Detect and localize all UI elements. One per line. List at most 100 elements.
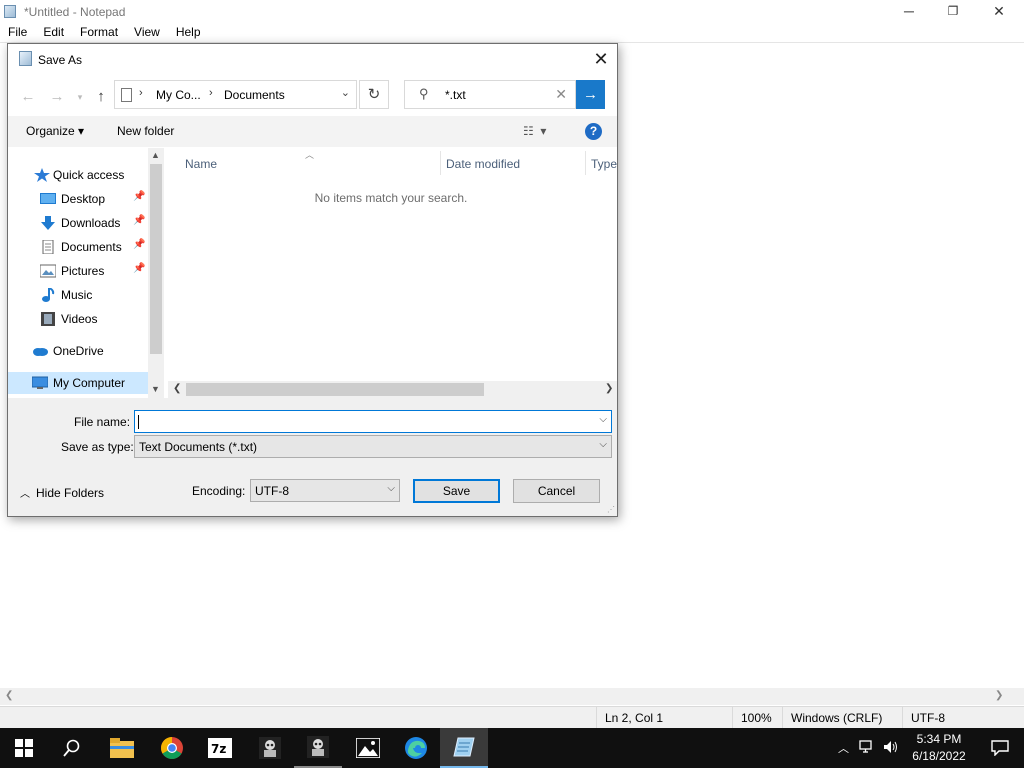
scroll-left-icon[interactable]: ❮: [5, 690, 13, 701]
pin-icon: 📌: [133, 215, 146, 226]
taskbar-7zip[interactable]: 7z: [196, 728, 244, 768]
pin-icon: 📌: [133, 239, 146, 250]
action-center-button[interactable]: [976, 728, 1024, 768]
clear-search-icon[interactable]: ✕: [555, 86, 567, 103]
maximize-button[interactable]: ❐: [930, 0, 976, 22]
refresh-icon: ↻: [367, 86, 381, 103]
file-list[interactable]: Name ︿ Date modified Type No items match…: [165, 148, 617, 398]
desktop-icon: [40, 193, 56, 204]
column-divider[interactable]: [585, 151, 586, 175]
scrollbar-thumb[interactable]: [150, 164, 162, 354]
menu-file[interactable]: File: [0, 23, 35, 42]
encoding-select[interactable]: UTF-8 ⌵: [250, 479, 400, 502]
taskbar-app-1[interactable]: [246, 728, 294, 768]
back-arrow-icon[interactable]: ←: [16, 87, 40, 107]
pin-icon: 📌: [133, 191, 146, 202]
text-cursor: [138, 415, 139, 429]
taskbar-chrome[interactable]: [148, 728, 196, 768]
chevron-down-icon[interactable]: ⌵: [599, 414, 607, 425]
file-list-horizontal-scrollbar[interactable]: ❮ ❯: [168, 381, 617, 398]
nav-item-label: Pictures: [61, 264, 105, 278]
scroll-right-icon[interactable]: ❯: [995, 690, 1003, 701]
scrollbar-thumb[interactable]: [186, 383, 484, 396]
address-dropdown-icon[interactable]: ⌄: [341, 86, 350, 99]
clock-time: 5:34 PM: [916, 732, 962, 746]
column-divider[interactable]: [440, 151, 441, 175]
taskbar-edge[interactable]: [392, 728, 440, 768]
scroll-up-icon[interactable]: ▲: [151, 150, 160, 160]
close-button[interactable]: ✕: [976, 0, 1022, 22]
save-as-type-select[interactable]: Text Documents (*.txt) ⌵: [134, 435, 612, 458]
nav-item-quick-access[interactable]: Quick access: [8, 164, 148, 186]
chevron-down-icon: ⌵: [599, 439, 607, 450]
save-button[interactable]: Save: [413, 479, 500, 503]
minimize-button[interactable]: ─: [886, 0, 932, 22]
menu-edit[interactable]: Edit: [35, 23, 72, 42]
network-icon[interactable]: [859, 739, 875, 757]
taskbar-file-explorer[interactable]: [98, 728, 146, 768]
navigation-pane: Quick access Desktop 📌 Downloads 📌 Docum…: [8, 148, 165, 398]
chevron-down-icon: ⌵: [387, 483, 395, 494]
address-bar[interactable]: › My Co... › Documents ⌄: [114, 80, 357, 109]
column-header-name[interactable]: Name: [185, 157, 217, 181]
nav-item-label: OneDrive: [53, 344, 104, 358]
refresh-button[interactable]: ↻: [359, 80, 389, 109]
menu-help[interactable]: Help: [168, 23, 209, 42]
nav-item-onedrive[interactable]: OneDrive: [8, 340, 148, 362]
breadcrumb-documents[interactable]: Documents: [224, 88, 285, 102]
downloads-icon: [41, 216, 55, 230]
edge-icon: [405, 737, 427, 759]
nav-item-music[interactable]: Music: [8, 284, 148, 306]
pin-icon: 📌: [133, 263, 146, 274]
nav-item-documents[interactable]: Documents 📌: [8, 236, 148, 258]
breadcrumb-separator-icon[interactable]: ›: [209, 87, 213, 99]
notepad-title: *Untitled - Notepad: [24, 5, 126, 19]
nav-item-downloads[interactable]: Downloads 📌: [8, 212, 148, 234]
scroll-down-icon[interactable]: ▼: [151, 384, 160, 394]
nav-item-pictures[interactable]: Pictures 📌: [8, 260, 148, 282]
organize-button[interactable]: Organize ▾: [26, 124, 84, 138]
taskbar-search-button[interactable]: [48, 728, 96, 768]
taskbar: 7z ︿ 5:34 PM 6/18/2022: [0, 728, 1024, 768]
start-button[interactable]: [0, 728, 48, 768]
editor-horizontal-scrollbar[interactable]: ❮ ❯: [0, 688, 1024, 705]
resize-grip-icon[interactable]: ⋰: [607, 505, 615, 514]
game-app-icon: [259, 737, 281, 759]
nav-item-videos[interactable]: Videos: [8, 308, 148, 330]
show-hidden-icons-icon[interactable]: ︿: [838, 740, 849, 756]
forward-arrow-icon[interactable]: →: [45, 87, 69, 107]
new-folder-button[interactable]: New folder: [117, 124, 174, 138]
taskbar-app-2[interactable]: [294, 728, 342, 768]
scroll-left-icon[interactable]: ❮: [173, 383, 181, 394]
menu-view[interactable]: View: [126, 23, 168, 42]
dialog-close-button[interactable]: ✕: [585, 44, 617, 74]
arrow-right-icon: →: [583, 86, 598, 103]
save-as-type-label: Save as type:: [61, 440, 134, 454]
file-explorer-icon: [110, 738, 134, 758]
column-header-date-modified[interactable]: Date modified: [446, 157, 520, 181]
cancel-button[interactable]: Cancel: [513, 479, 600, 503]
nav-item-desktop[interactable]: Desktop 📌: [8, 188, 148, 210]
taskbar-clock[interactable]: 5:34 PM 6/18/2022: [905, 731, 973, 765]
notepad-titlebar[interactable]: *Untitled - Notepad ─ ❐ ✕: [0, 0, 1024, 22]
breadcrumb-my-computer[interactable]: My Co...: [156, 88, 201, 102]
search-input[interactable]: *.txt: [445, 88, 466, 102]
taskbar-photos[interactable]: [344, 728, 392, 768]
breadcrumb-separator-icon[interactable]: ›: [139, 87, 143, 99]
search-box[interactable]: ⚲ *.txt ✕: [404, 80, 576, 109]
up-arrow-icon[interactable]: ↑: [89, 87, 113, 107]
taskbar-notepad[interactable]: [440, 728, 488, 768]
help-icon[interactable]: ?: [585, 123, 602, 140]
view-options-icon[interactable]: ☷ ▾: [523, 124, 546, 138]
dialog-toolbar: Organize ▾ New folder ☷ ▾ ?: [8, 116, 617, 147]
documents-location-icon: [121, 88, 132, 102]
search-go-button[interactable]: →: [576, 80, 605, 109]
file-name-input[interactable]: ⌵: [134, 410, 612, 433]
nav-pane-scrollbar[interactable]: ▲ ▼: [148, 148, 164, 398]
volume-icon[interactable]: [883, 740, 899, 757]
column-header-type[interactable]: Type: [591, 157, 617, 181]
menu-format[interactable]: Format: [72, 23, 126, 42]
scroll-right-icon[interactable]: ❯: [605, 383, 613, 394]
hide-folders-button[interactable]: ︿ Hide Folders: [20, 485, 104, 500]
nav-item-my-computer[interactable]: My Computer: [8, 372, 148, 394]
